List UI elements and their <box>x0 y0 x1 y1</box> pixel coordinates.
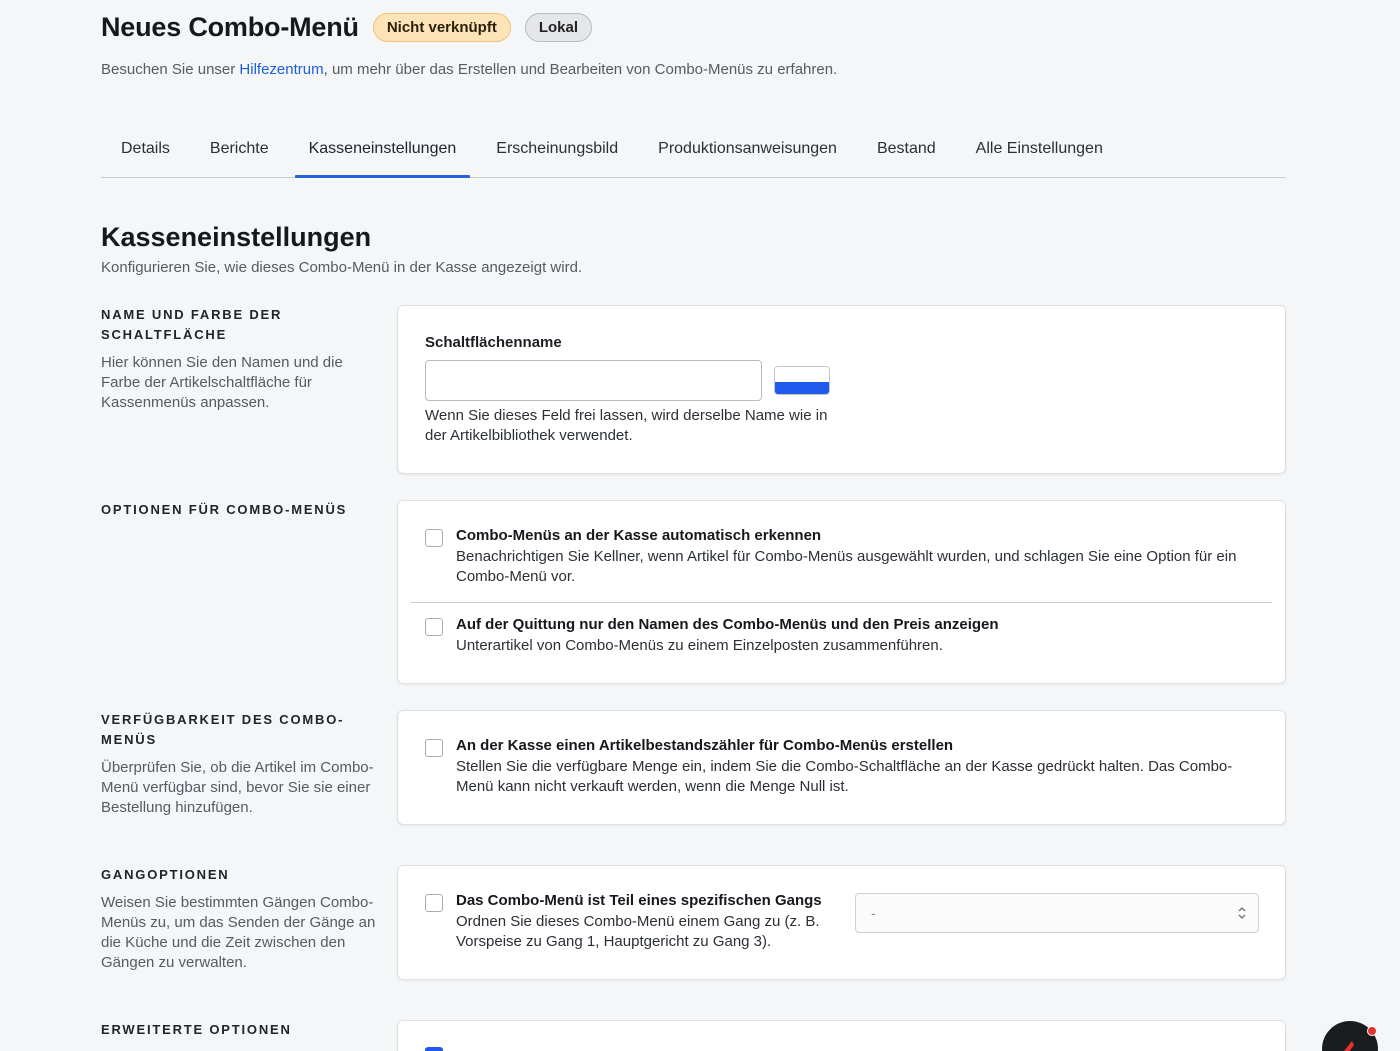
tab-all-settings[interactable]: Alle Einstellungen <box>956 130 1123 177</box>
auto-detect-checkbox[interactable] <box>425 529 443 547</box>
button-color-picker[interactable] <box>774 366 830 395</box>
page-title: Neues Combo-Menü <box>101 12 359 42</box>
button-name-heading: NAME UND FARBE DER SCHALTFLÄCHE <box>101 307 283 342</box>
help-prefix: Besuchen Sie unser <box>101 61 240 78</box>
tab-inventory[interactable]: Bestand <box>857 130 956 177</box>
courses-heading: GANGOPTIONEN <box>101 867 230 882</box>
help-line: Besuchen Sie unser Hilfezentrum, um mehr… <box>101 61 837 78</box>
select-arrows-icon <box>1238 907 1246 919</box>
option-description: Ordnen Sie dieses Combo-Menü einem Gang … <box>456 913 820 950</box>
tab-bar: Details Berichte Kasseneinstellungen Ers… <box>101 130 1286 178</box>
courses-card: Das Combo-Menü ist Teil eines spezifisch… <box>397 865 1286 980</box>
notification-dot <box>1367 1026 1377 1036</box>
button-name-field-label: Schaltflächenname <box>425 334 562 351</box>
title-row: Neues Combo-Menü Nicht verknüpft Lokal <box>101 12 593 43</box>
combo-options-heading: OPTIONEN FÜR COMBO-MENÜS <box>101 502 348 517</box>
option-title: Auf der Quittung nur den Namen des Combo… <box>456 616 999 633</box>
section-subtitle: Konfigurieren Sie, wie dieses Combo-Menü… <box>101 259 583 276</box>
courses-label-group: GANGOPTIONEN Weisen Sie bestimmten Gänge… <box>101 865 386 973</box>
specific-course-checkbox[interactable] <box>425 894 443 912</box>
availability-heading: VERFÜGBARKEIT DES COMBO-MENÜS <box>101 712 345 747</box>
button-name-input[interactable] <box>425 360 762 401</box>
divider <box>411 602 1272 603</box>
tab-appearance[interactable]: Erscheinungsbild <box>476 130 638 177</box>
advanced-label-group: ERWEITERTE OPTIONEN <box>101 1020 386 1040</box>
option-title: Das Combo-Menü ist Teil eines spezifisch… <box>456 892 822 909</box>
course-select-value: - <box>871 905 876 921</box>
option-title: Combo-Menüs an der Kasse automatisch erk… <box>456 527 822 544</box>
status-badge: Nicht verknüpft <box>372 13 511 42</box>
button-name-card: Schaltflächenname Wenn Sie dieses Feld f… <box>397 305 1286 474</box>
courses-description: Weisen Sie bestimmten Gängen Combo-Menüs… <box>101 894 376 971</box>
option-description: Benachrichtigen Sie Kellner, wenn Artike… <box>456 548 1237 585</box>
button-name-description: Hier können Sie den Namen und die Farbe … <box>101 354 343 411</box>
button-name-label-group: NAME UND FARBE DER SCHALTFLÄCHE Hier kön… <box>101 305 386 413</box>
help-suffix: , um mehr über das Erstellen und Bearbei… <box>323 61 838 78</box>
tab-reports[interactable]: Berichte <box>190 130 289 177</box>
receipt-summary-checkbox[interactable] <box>425 618 443 636</box>
tab-details[interactable]: Details <box>101 130 190 177</box>
option-title: An der Kasse einen Artikelbestandszähler… <box>456 737 954 754</box>
availability-label-group: VERFÜGBARKEIT DES COMBO-MENÜS Überprüfen… <box>101 710 386 818</box>
availability-description: Überprüfen Sie, ob die Artikel im Combo-… <box>101 759 374 816</box>
advanced-card <box>397 1020 1286 1051</box>
button-color-fill <box>775 382 829 394</box>
tab-pos-settings[interactable]: Kasseneinstellungen <box>289 130 477 178</box>
tab-production-instructions[interactable]: Produktionsanweisungen <box>638 130 857 177</box>
combo-options-label-group: OPTIONEN FÜR COMBO-MENÜS <box>101 500 386 520</box>
help-center-link[interactable]: Hilfezentrum <box>239 61 323 78</box>
advanced-checkbox[interactable] <box>425 1047 443 1051</box>
stock-counter-checkbox[interactable] <box>425 739 443 757</box>
scope-badge: Lokal <box>524 13 593 42</box>
combo-options-card: Combo-Menüs an der Kasse automatisch erk… <box>397 500 1286 684</box>
section-title: Kasseneinstellungen <box>101 222 372 252</box>
availability-card: An der Kasse einen Artikelbestandszähler… <box>397 710 1286 825</box>
button-name-help: Wenn Sie dieses Feld frei lassen, wird d… <box>425 407 828 444</box>
option-description: Stellen Sie die verfügbare Menge ein, in… <box>456 758 1233 795</box>
option-description: Unterartikel von Combo-Menüs zu einem Ei… <box>456 637 943 654</box>
advanced-heading: ERWEITERTE OPTIONEN <box>101 1022 292 1037</box>
course-select[interactable]: - <box>855 893 1259 933</box>
